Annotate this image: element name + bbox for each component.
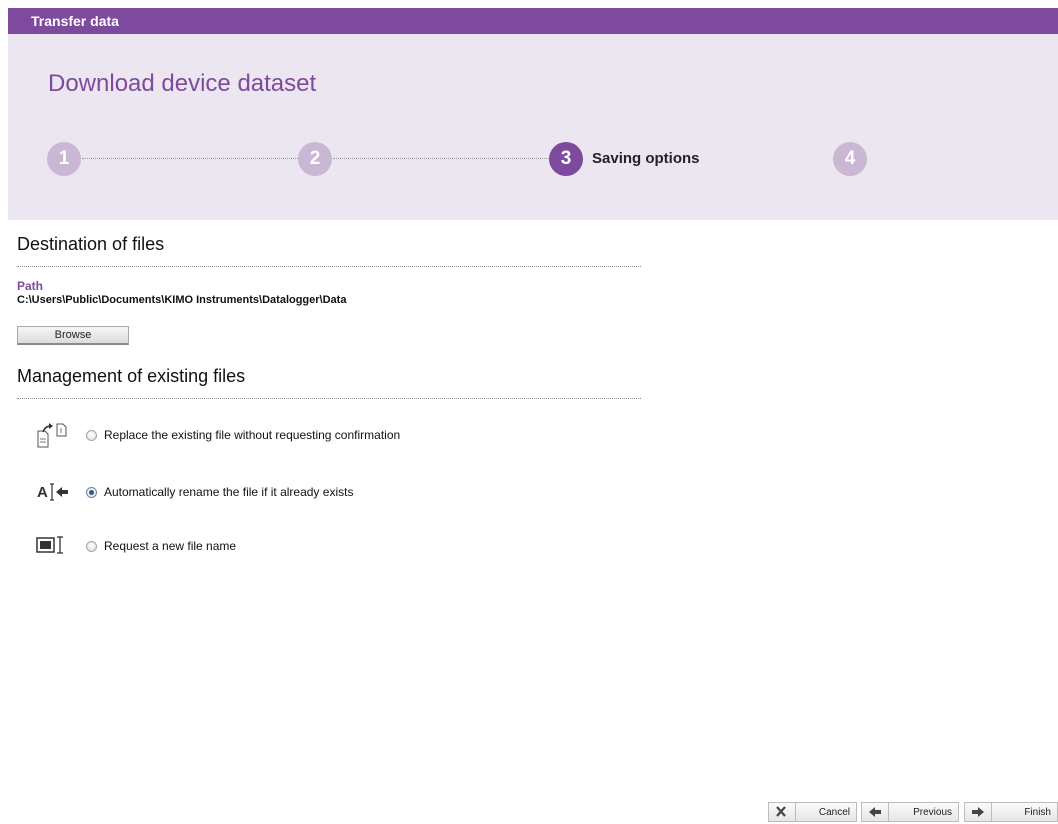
page-title: Download device dataset	[48, 70, 317, 97]
step-2-indicator: 2	[298, 142, 332, 176]
cancel-label: Cancel	[818, 807, 850, 818]
step-3-indicator: 3	[549, 142, 583, 176]
section-divider	[17, 398, 641, 399]
previous-button[interactable]: Previous	[861, 802, 959, 822]
rename-file-icon: A	[36, 481, 68, 505]
close-icon	[769, 803, 796, 821]
step-connector	[82, 158, 298, 159]
window-title: Transfer data	[8, 8, 1058, 34]
step-connector	[333, 158, 549, 159]
browse-button[interactable]: Browse	[17, 326, 129, 345]
finish-label: Finish	[1024, 807, 1051, 818]
replace-file-radio[interactable]	[86, 430, 97, 441]
wizard-header: Download device dataset 1 2 3 Saving opt…	[8, 34, 1058, 220]
previous-label: Previous	[913, 807, 952, 818]
arrow-left-icon	[862, 803, 889, 821]
new-name-label[interactable]: Request a new file name	[104, 539, 236, 553]
path-label: Path	[17, 279, 44, 293]
new-name-icon	[36, 535, 68, 559]
management-heading: Management of existing files	[17, 366, 246, 386]
destination-heading: Destination of files	[17, 234, 165, 254]
svg-text:A: A	[37, 484, 48, 501]
replace-file-icon	[36, 423, 68, 448]
finish-button[interactable]: Finish	[964, 802, 1058, 822]
arrow-right-icon	[965, 803, 992, 821]
new-name-radio[interactable]	[86, 541, 97, 552]
replace-file-label[interactable]: Replace the existing file without reques…	[104, 428, 400, 442]
rename-file-radio[interactable]	[86, 487, 97, 498]
step-3-label: Saving options	[592, 150, 700, 167]
path-value: C:\Users\Public\Documents\KIMO Instrumen…	[17, 294, 347, 306]
section-divider	[17, 266, 641, 267]
step-4-indicator: 4	[833, 142, 867, 176]
cancel-button[interactable]: Cancel	[768, 802, 857, 822]
rename-file-label[interactable]: Automatically rename the file if it alre…	[104, 485, 353, 499]
step-1-indicator: 1	[47, 142, 81, 176]
